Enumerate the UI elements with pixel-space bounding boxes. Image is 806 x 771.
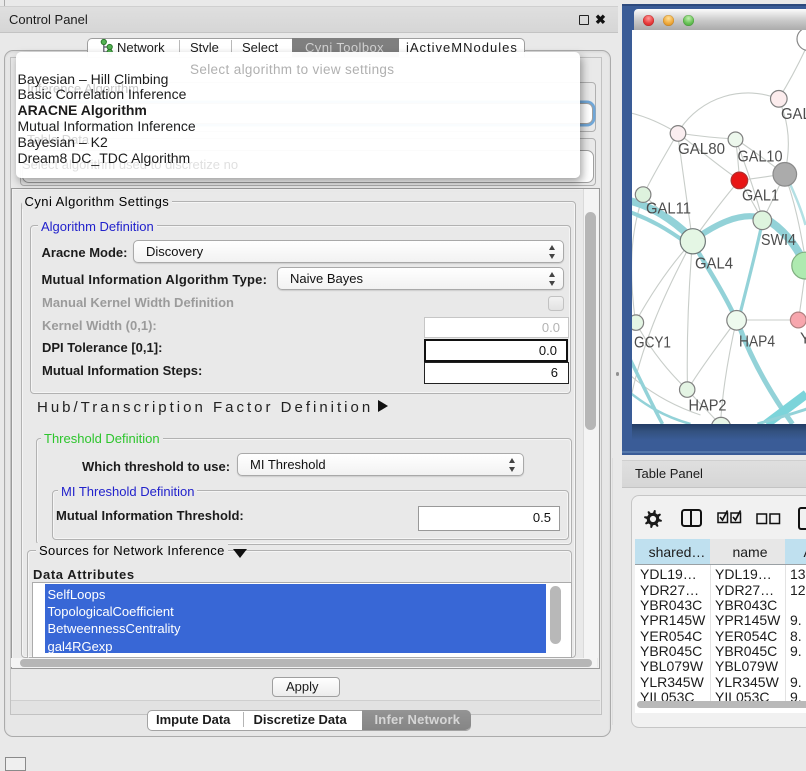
svg-text:HAP2: HAP2 <box>688 398 726 415</box>
svg-text:GAL80: GAL80 <box>678 141 725 158</box>
svg-text:SWI4: SWI4 <box>761 232 796 249</box>
svg-text:GAL10: GAL10 <box>737 149 782 166</box>
svg-text:GCY1: GCY1 <box>634 335 671 352</box>
svg-text:GAL11: GAL11 <box>646 201 691 218</box>
svg-text:Y: Y <box>800 331 806 348</box>
svg-text:GAL7: GAL7 <box>781 106 806 123</box>
svg-text:HAP4: HAP4 <box>739 334 775 351</box>
svg-text:GAL1: GAL1 <box>742 188 779 205</box>
svg-text:GAL4: GAL4 <box>695 256 733 273</box>
